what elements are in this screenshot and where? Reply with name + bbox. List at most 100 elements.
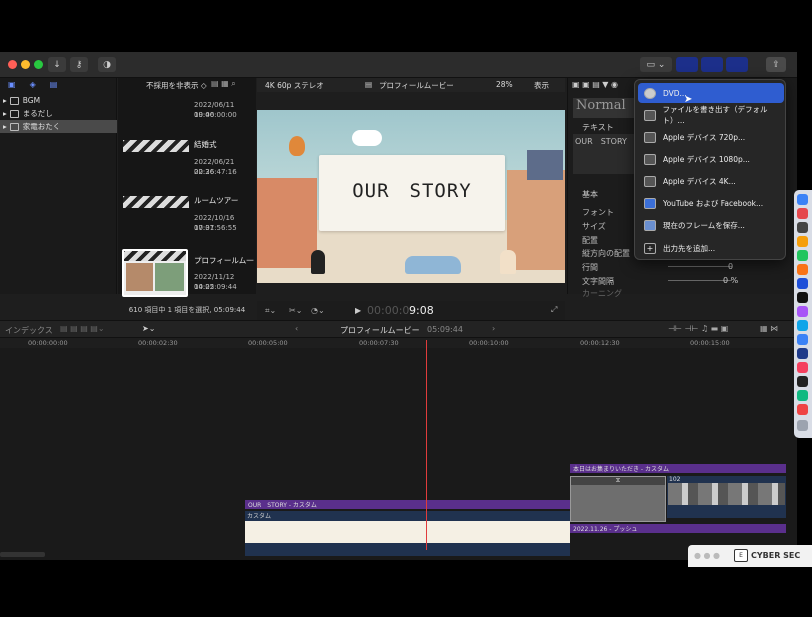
playhead[interactable]	[426, 340, 427, 550]
mouse-cursor: ➤	[684, 94, 693, 105]
title-clip[interactable]: 本日はお集まりいただき - カスタム	[570, 464, 786, 473]
import-button[interactable]: ↓	[48, 57, 66, 72]
hide-rejected-filter[interactable]: 不採用を非表示 ◇	[146, 80, 207, 91]
view-options-icon[interactable]: ▤ ▦ ⌕	[211, 79, 236, 89]
menu-item-save-frame[interactable]: 現在のフレームを保存...	[638, 215, 784, 235]
app-icon[interactable]	[797, 250, 808, 261]
title-text: OUR STORY	[352, 180, 472, 202]
trash-icon[interactable]	[797, 420, 808, 431]
youtube-facebook-icon	[644, 197, 656, 209]
menu-item-add-destination[interactable]: + 出力先を追加...	[638, 238, 784, 258]
background-tasks-button[interactable]: ◑	[98, 57, 116, 72]
select-tool-icon[interactable]: ➤⌄	[142, 324, 155, 333]
inspector-toggle[interactable]	[726, 57, 748, 72]
clip-thumbnail[interactable]	[123, 140, 189, 152]
video-viewer[interactable]: OUR STORY	[257, 110, 565, 283]
eset-notification[interactable]: ● ● ● E CYBER SEC	[688, 545, 812, 567]
clip-browser: 不採用を非表示 ◇ ▤ ▦ ⌕ 2022/06/11 19:46 00:00:0…	[118, 78, 256, 297]
app-icon[interactable]	[797, 404, 808, 415]
title-bar: ↓ ⚷ ◑ ▭ ⌄ ⇪	[0, 52, 797, 78]
device-icon	[644, 131, 656, 143]
zoom-button[interactable]	[34, 60, 43, 69]
push-title-clip[interactable]: 2022.11.26 - プッシュ	[570, 524, 786, 533]
browser-toggle[interactable]	[676, 57, 698, 72]
custom-generator-clip[interactable]: カスタム	[245, 511, 570, 556]
groom-character	[311, 250, 325, 274]
minimize-button[interactable]	[21, 60, 30, 69]
timeline-scrollbar[interactable]	[0, 552, 45, 557]
clip-thumbnail[interactable]	[123, 196, 189, 208]
disc-icon	[644, 87, 656, 99]
viewer-controls: ⌗⌄ ✂⌄ ◔⌄ ▶ 00:00:0 9:08 ⤢	[257, 301, 565, 321]
dock	[794, 190, 812, 438]
app-icon[interactable]	[797, 264, 808, 275]
libraries-icon[interactable]: ▣	[8, 80, 16, 92]
device-icon	[644, 175, 656, 187]
fullscreen-icon[interactable]: ⤢	[551, 305, 557, 315]
library-item[interactable]: ▸ まるだし	[0, 107, 117, 120]
app-icon[interactable]	[797, 236, 808, 247]
bride-character	[500, 250, 516, 274]
timeline-toggle[interactable]	[701, 57, 723, 72]
line-spacing-slider[interactable]	[668, 266, 732, 267]
zoom-popup[interactable]: 28%	[496, 80, 513, 89]
timeline-ruler[interactable]: 00:00:00:00 00:00:02:30 00:00:05:00 00:0…	[0, 338, 797, 348]
photos-icon[interactable]: ◈	[30, 80, 36, 92]
index-button[interactable]: インデックス	[5, 325, 53, 336]
app-icon[interactable]	[797, 362, 808, 373]
menu-item-apple-4k[interactable]: Apple デバイス 4K...	[638, 171, 784, 191]
timeline-tools-icon[interactable]: ⊣⊢ ⊣⊢ ♫ ▬ ▣	[668, 324, 728, 333]
app-icon[interactable]	[797, 222, 808, 233]
app-icon[interactable]	[797, 348, 808, 359]
cloud	[352, 130, 382, 146]
share-menu: DVD... ファイルを書き出す（デフォルト）... Apple デバイス 72…	[634, 79, 786, 260]
view-popup[interactable]: 表示	[534, 80, 549, 91]
progress-icon: ◑	[103, 59, 111, 70]
app-icon[interactable]	[797, 390, 808, 401]
event-icon	[9, 109, 19, 118]
menu-item-dvd[interactable]: DVD...	[638, 83, 784, 103]
transition-clip[interactable]: ⧖	[570, 476, 666, 522]
app-icon[interactable]	[797, 320, 808, 331]
our-story-title-clip[interactable]: OUR STORY - カスタム	[245, 500, 570, 509]
app-icon[interactable]	[797, 376, 808, 387]
timeline-tracks[interactable]: 本日はお集まりいただき - カスタム ⧖ 102 2022.11.26 - プッ…	[0, 340, 797, 560]
menu-item-export-file[interactable]: ファイルを書き出す（デフォルト）...	[638, 105, 784, 125]
clip-thumbnail-selected[interactable]	[122, 249, 188, 297]
video-clip[interactable]: 102	[667, 476, 786, 518]
library-item-selected[interactable]: ▸ 家電おたく	[0, 120, 117, 133]
event-icon	[9, 96, 19, 105]
library-item[interactable]: ▸ BGM	[0, 94, 117, 107]
back-icon[interactable]: ‹	[295, 324, 298, 333]
file-icon	[644, 109, 656, 121]
forward-icon[interactable]: ›	[492, 324, 495, 333]
key-icon: ⚷	[75, 59, 83, 70]
app-icon[interactable]	[797, 334, 808, 345]
titles-icon[interactable]: ▤	[50, 80, 58, 92]
window-buttons-icon: ● ● ●	[694, 551, 721, 560]
share-button[interactable]: ⇪	[766, 57, 786, 72]
enhance-icon[interactable]: ✂⌄	[289, 306, 302, 315]
close-button[interactable]	[8, 60, 17, 69]
menu-item-youtube-facebook[interactable]: YouTube および Facebook...	[638, 193, 784, 213]
app-icon[interactable]	[797, 292, 808, 303]
app-icon[interactable]	[797, 306, 808, 317]
inspector-tabs[interactable]: ▣ ▣ ▤ ▼ ◉	[572, 80, 642, 92]
app-icon[interactable]	[797, 208, 808, 219]
finder-icon[interactable]	[797, 194, 808, 205]
text-style[interactable]: Normal	[573, 98, 639, 118]
menu-item-apple-1080p[interactable]: Apple デバイス 1080p...	[638, 149, 784, 169]
edit-tools-icon[interactable]: ▤ ▤ ▤ ▤⌄	[60, 324, 105, 333]
workspace-menu[interactable]: ▭ ⌄	[640, 57, 672, 72]
menu-item-apple-720p[interactable]: Apple デバイス 720p...	[638, 127, 784, 147]
car	[405, 256, 461, 274]
text-field[interactable]: OUR STORY	[573, 134, 635, 174]
transform-icon[interactable]: ⌗⌄	[265, 306, 276, 316]
app-icon[interactable]	[797, 278, 808, 289]
share-icon: ⇪	[772, 59, 780, 70]
device-icon	[644, 153, 656, 165]
clip-appearance-icon[interactable]: ▦ ⋈	[760, 324, 778, 333]
speed-icon[interactable]: ◔⌄	[311, 306, 325, 315]
play-icon[interactable]: ▶	[355, 306, 361, 315]
keyword-button[interactable]: ⚷	[70, 57, 88, 72]
